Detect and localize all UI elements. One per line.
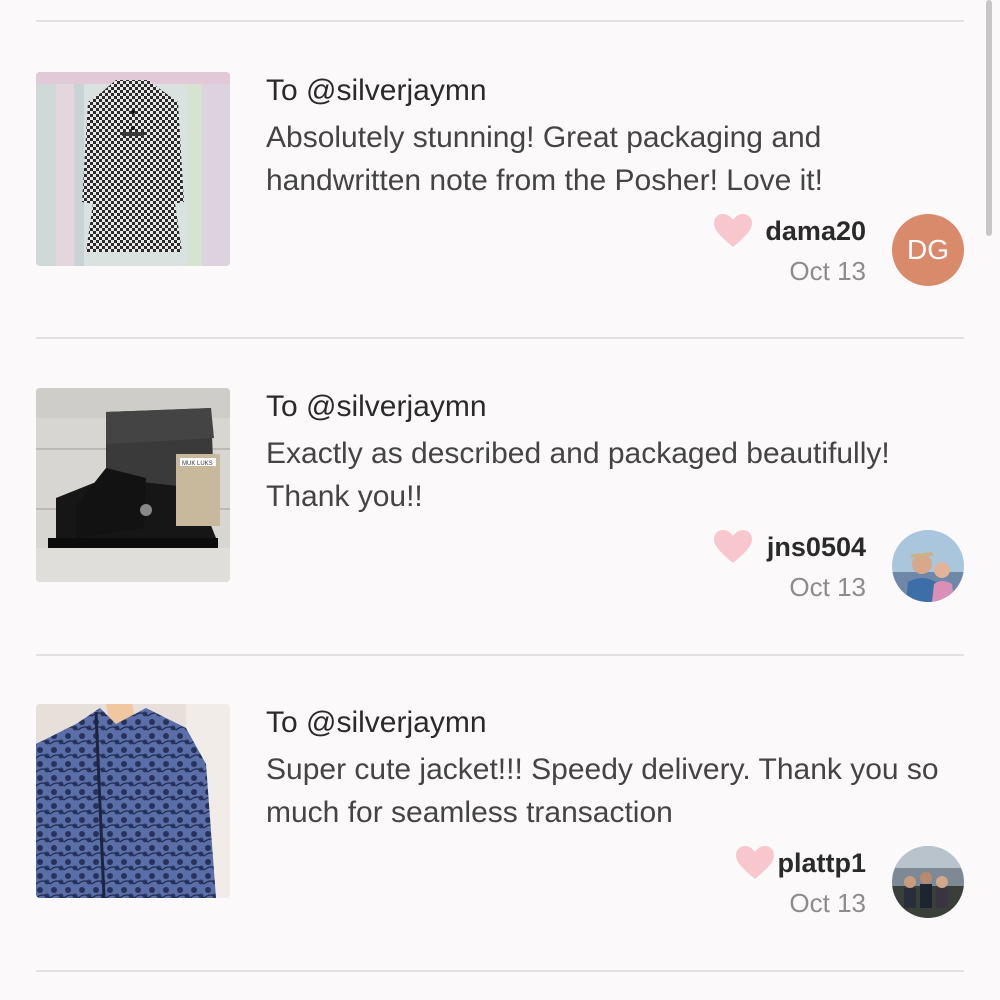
heart-icon[interactable] [714, 530, 752, 564]
black-boots-image: MUK LUKS [36, 388, 230, 582]
review-card: To @silverjaymn Absolutely stunning! Gre… [0, 22, 1000, 338]
reviewer-username[interactable]: dama20 [765, 216, 866, 247]
houndstooth-coat-image [36, 72, 230, 266]
heart-icon[interactable] [714, 214, 752, 248]
avatar[interactable] [892, 530, 964, 602]
reviewer-username[interactable]: plattp1 [777, 848, 866, 879]
review-comment: Absolutely stunning! Great packaging and… [266, 121, 823, 197]
review-card: MUK LUKS To @silverjaymn Exactly as desc… [0, 338, 1000, 654]
recipient-label[interactable]: To @silverjaymn [266, 706, 487, 740]
recipient-label[interactable]: To @silverjaymn [266, 390, 487, 424]
review-date: Oct 13 [789, 256, 866, 286]
review-card: To @silverjaymn Super cute jacket!!! Spe… [0, 654, 1000, 970]
avatar-photo [892, 530, 964, 602]
item-thumbnail[interactable] [36, 72, 230, 266]
avatar[interactable] [892, 846, 964, 918]
blue-jacket-image [36, 704, 230, 898]
review-comment: Exactly as described and packaged beauti… [266, 437, 890, 513]
item-thumbnail[interactable]: MUK LUKS [36, 388, 230, 582]
heart-icon[interactable] [736, 846, 774, 880]
scrollbar[interactable] [986, 0, 992, 236]
review-date: Oct 13 [789, 572, 866, 602]
reviewer-username[interactable]: jns0504 [767, 532, 866, 563]
divider [36, 970, 964, 972]
avatar[interactable]: DG [892, 214, 964, 286]
love-notes-feed: To @silverjaymn Absolutely stunning! Gre… [0, 0, 1000, 1000]
review-comment: Super cute jacket!!! Speedy delivery. Th… [266, 753, 939, 829]
recipient-label[interactable]: To @silverjaymn [266, 74, 487, 108]
item-thumbnail[interactable] [36, 704, 230, 898]
review-date: Oct 13 [789, 888, 866, 918]
svg-text:MUK LUKS: MUK LUKS [182, 461, 213, 467]
avatar-photo [892, 846, 964, 918]
